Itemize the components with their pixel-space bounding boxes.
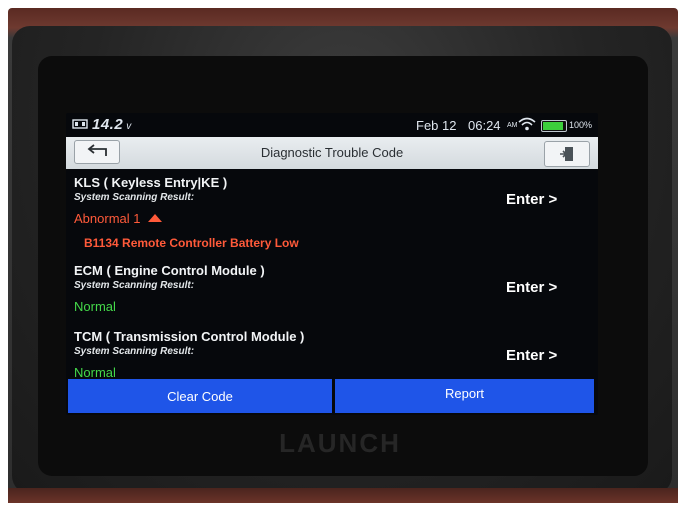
vci-connector-icon (72, 119, 88, 129)
status-bar: 14.2 v Feb 12 06:24 AM 100% (66, 113, 598, 137)
battery-fill (543, 122, 563, 130)
report-button[interactable]: Report (335, 379, 594, 413)
module-name: ECM ( Engine Control Module ) (74, 263, 265, 278)
status-date: Feb 12 (416, 118, 457, 133)
page-title: Diagnostic Trouble Code (260, 145, 404, 160)
wifi-icon (518, 117, 536, 131)
collapse-triangle-icon (148, 214, 163, 222)
enter-button-tcm[interactable]: Enter > (506, 347, 557, 364)
scan-result-label: System Scanning Result: (74, 346, 195, 357)
module-name: TCM ( Transmission Control Module ) (74, 329, 305, 344)
status-normal: Normal (74, 365, 116, 380)
status-normal: Normal (74, 299, 116, 314)
status-time: 06:24 (468, 118, 501, 133)
title-bar: Diagnostic Trouble Code (66, 137, 598, 169)
footer-buttons: Clear Code Report (68, 379, 594, 413)
module-name: KLS ( Keyless Entry|KE ) (74, 175, 228, 190)
battery-icon (541, 120, 567, 132)
enter-button-kls[interactable]: Enter > (506, 191, 557, 208)
clear-code-button[interactable]: Clear Code (68, 379, 332, 413)
scan-result-label: System Scanning Result: (74, 192, 195, 203)
voltage-readout: 14.2 v (92, 116, 132, 133)
device-screen: 14.2 v Feb 12 06:24 AM 100% Diagnostic Tr… (66, 113, 598, 415)
status-ampm: AM (507, 122, 518, 129)
enter-button-ecm[interactable]: Enter > (506, 279, 557, 296)
brand-logo: LAUNCH (279, 428, 401, 458)
status-abnormal[interactable]: Abnormal 1 (74, 211, 163, 226)
table-surface (8, 488, 678, 503)
exit-door-icon (560, 147, 573, 161)
exit-button[interactable] (544, 141, 590, 167)
dtc-code-line: B1134 Remote Controller Battery Low (84, 236, 299, 250)
battery-percent: 100% (569, 120, 593, 130)
module-list: KLS ( Keyless Entry|KE ) System Scanning… (66, 169, 598, 381)
scan-result-label: System Scanning Result: (74, 280, 195, 291)
